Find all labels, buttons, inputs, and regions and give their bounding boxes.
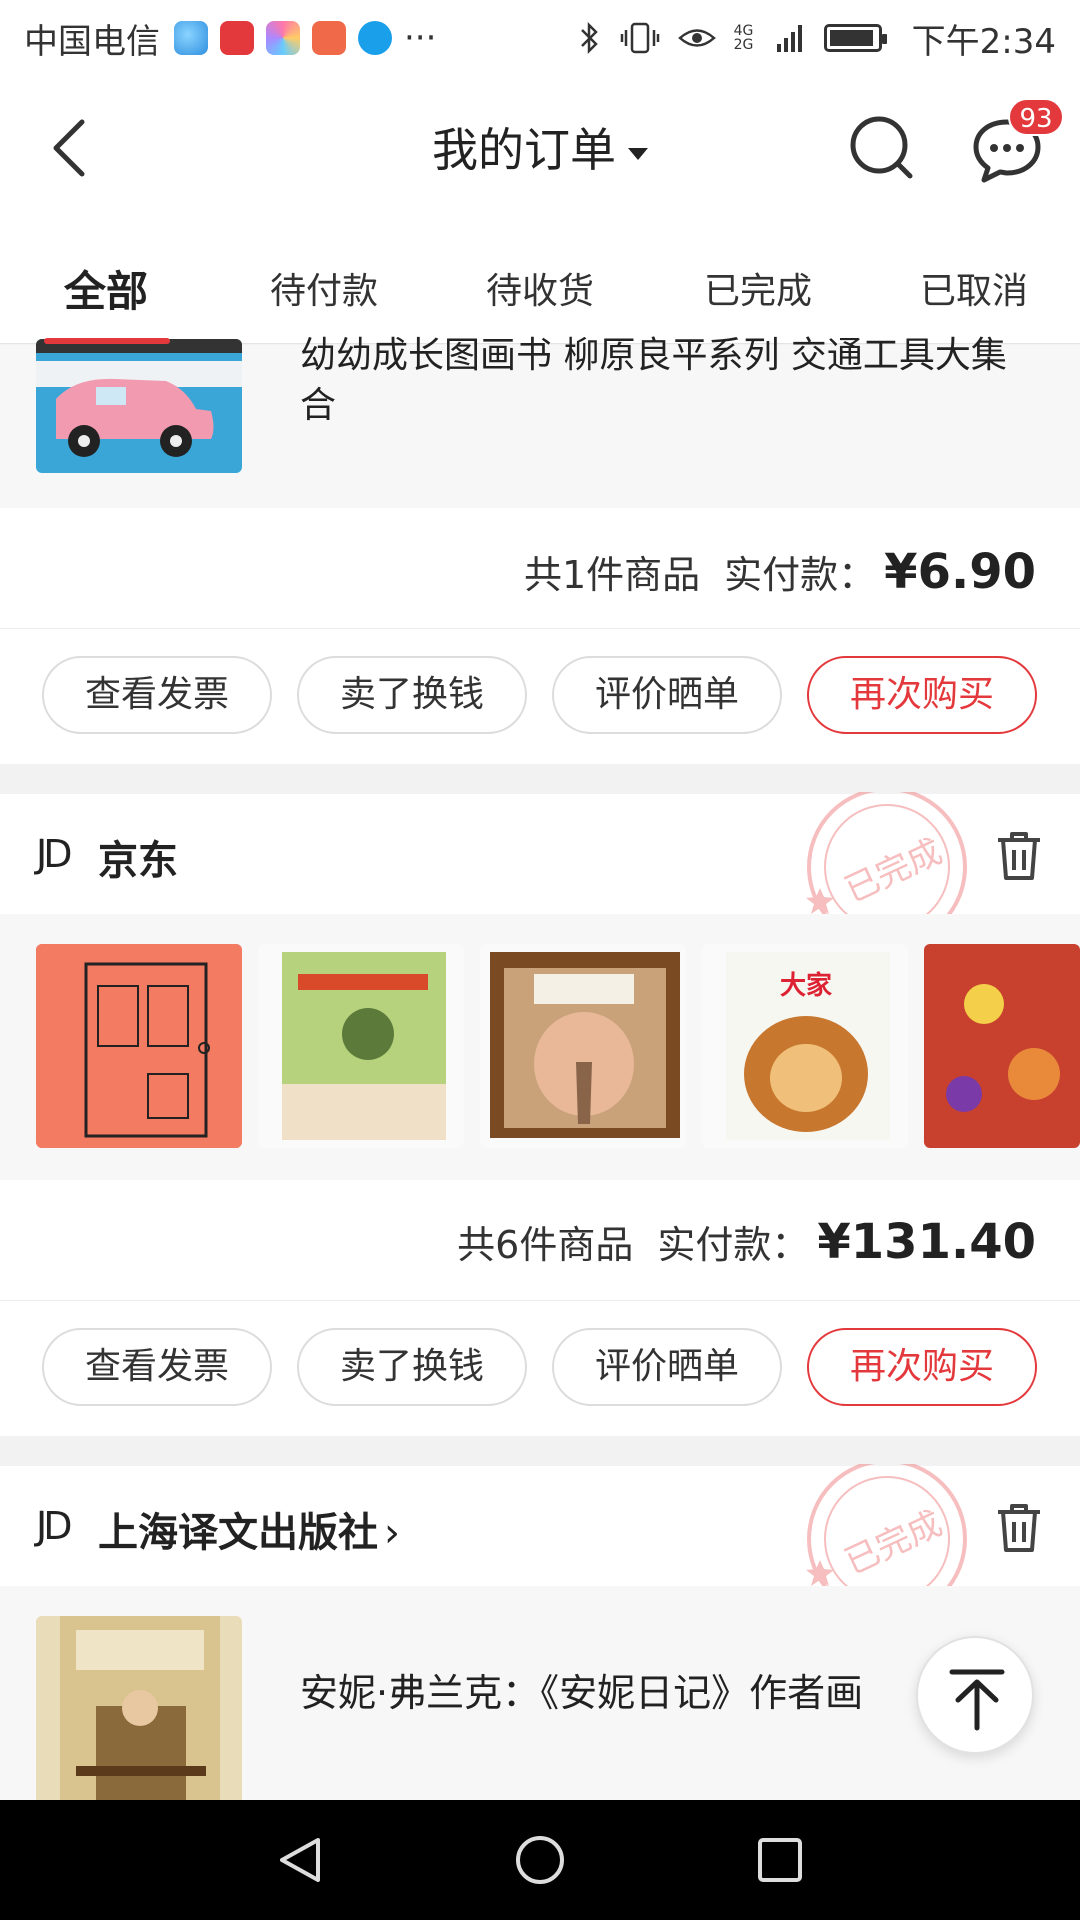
browser-app-icon (174, 21, 208, 55)
divider (0, 628, 1080, 629)
clock-label: 下午2:34 (911, 21, 1056, 62)
book-cover-1 (36, 944, 242, 1148)
order2-buy-again-button[interactable]: 再次购买 (807, 1328, 1037, 1406)
order1-review-button[interactable]: 评价晒单 (552, 656, 782, 734)
order1-product-row[interactable]: 幼幼成长图画书 柳原良平系列 交通工具大集合 (0, 335, 1080, 508)
delete-order-icon[interactable] (994, 1500, 1044, 1554)
page-title: 我的订单 (432, 123, 616, 177)
book-cover-5 (936, 952, 1080, 1140)
carrier-label: 中国电信 (24, 21, 160, 62)
order2-resell-button[interactable]: 卖了换钱 (297, 1328, 527, 1406)
nav-header: 我的订单 93 (0, 76, 1080, 220)
book-cover-4: 大家 (726, 952, 890, 1140)
order2-product-thumb-1[interactable] (36, 944, 242, 1148)
order2-amount: ¥131.40 (817, 1214, 1036, 1270)
vibrate-icon (620, 22, 659, 54)
alipay-app-icon (358, 21, 392, 55)
order1-item-count: 共1件商品 (523, 553, 701, 597)
order2-card: 共6件商品 实付款： ¥131.40 查看发票 卖了换钱 评价晒单 再次购买 (0, 1180, 1080, 1436)
bluetooth-icon (580, 21, 598, 55)
order1-resell-button[interactable]: 卖了换钱 (297, 656, 527, 734)
completed-stamp-text: 已完成 (839, 831, 948, 910)
order2-product-thumb-4[interactable]: 大家 (702, 944, 908, 1148)
order1-summary: 共1件商品 实付款： ¥6.90 (524, 544, 1036, 600)
order2-product-strip[interactable]: 大家 (0, 914, 1080, 1180)
order2-product-thumb-2[interactable] (258, 944, 464, 1148)
delete-order-icon[interactable] (994, 828, 1044, 882)
order1-product-image[interactable] (36, 339, 242, 473)
arrow-up-icon (949, 1669, 1005, 1731)
search-icon[interactable] (846, 112, 918, 184)
order2-summary: 共6件商品 实付款： ¥131.40 (457, 1214, 1036, 1270)
divider (0, 1300, 1080, 1301)
order3-product-title[interactable]: 安妮·弗兰克：《安妮日记》作者画 (300, 1662, 960, 1717)
tab-cancelled[interactable]: 已取消 (920, 262, 1028, 314)
order1-buy-again-button[interactable]: 再次购买 (807, 656, 1037, 734)
signal-icon (776, 25, 802, 52)
book-cover-3 (490, 952, 680, 1138)
status-bar: 中国电信 ··· 4G 2G 下午2:34 (0, 0, 1080, 76)
order3-shop-name[interactable]: 上海译文出版社 › (98, 1500, 400, 1558)
photos-app-icon (266, 21, 300, 55)
tab-all[interactable]: 全部 (64, 258, 148, 319)
order1-cover-art (36, 339, 242, 457)
order3-product-image[interactable] (36, 1616, 242, 1800)
order2-product-thumb-3[interactable] (480, 944, 686, 1148)
order1-card: 共1件商品 实付款： ¥6.90 查看发票 卖了换钱 评价晒单 再次购买 (0, 508, 1080, 764)
order2-shop-header[interactable]: JD 京东 已完成 (0, 792, 1080, 942)
page-title-dropdown[interactable]: 我的订单 (0, 114, 1080, 180)
book-cover-anne-frank (60, 1616, 220, 1800)
tab-pending-receipt[interactable]: 待收货 (486, 262, 594, 314)
order2-review-button[interactable]: 评价晒单 (552, 1328, 782, 1406)
jd-logo: JD (36, 832, 73, 876)
order2-product-thumb-5[interactable] (924, 944, 1080, 1148)
order1-view-invoice-button[interactable]: 查看发票 (42, 656, 272, 734)
listen-app-icon (220, 21, 254, 55)
order1-amount: ¥6.90 (884, 544, 1036, 600)
order2-item-count: 共6件商品 (457, 1223, 634, 1267)
caret-down-icon (628, 147, 648, 160)
completed-stamp-text: 已完成 (839, 1503, 948, 1582)
order3-shop-name-text: 上海译文出版社 (98, 1510, 378, 1556)
nav-back-icon[interactable] (274, 1834, 326, 1886)
order2-shop-name[interactable]: 京东 (98, 828, 178, 886)
nav-home-icon[interactable] (514, 1834, 566, 1886)
system-navigation-bar (0, 1800, 1080, 1920)
order1-product-title[interactable]: 幼幼成长图画书 柳原良平系列 交通工具大集合 (300, 331, 1020, 431)
nav-recents-icon[interactable] (756, 1836, 804, 1884)
order3-shop-header[interactable]: JD 上海译文出版社 › 已完成 (0, 1464, 1080, 1614)
order1-paid-label: 实付款： (724, 553, 877, 597)
order2-paid-label: 实付款： (657, 1223, 810, 1267)
chevron-right-icon: › (384, 1510, 400, 1556)
eye-comfort-icon (677, 29, 716, 47)
back-to-top-button[interactable] (916, 1636, 1034, 1754)
jd-logo: JD (36, 1504, 73, 1548)
svg-text:大家: 大家 (780, 970, 832, 1001)
weather-app-icon (312, 21, 346, 55)
order2-view-invoice-button[interactable]: 查看发票 (42, 1328, 272, 1406)
battery-icon (823, 24, 887, 52)
message-count-badge: 93 (1008, 98, 1064, 136)
book-cover-2 (282, 952, 446, 1140)
order-tabs: 全部 待付款 待收货 已完成 已取消 (0, 220, 1080, 344)
active-tab-indicator (44, 338, 170, 344)
more-notifications-icon: ··· (404, 18, 437, 58)
network-type-label: 4G 2G (733, 23, 754, 53)
tab-pending-payment[interactable]: 待付款 (270, 262, 378, 314)
tab-completed[interactable]: 已完成 (704, 262, 812, 314)
